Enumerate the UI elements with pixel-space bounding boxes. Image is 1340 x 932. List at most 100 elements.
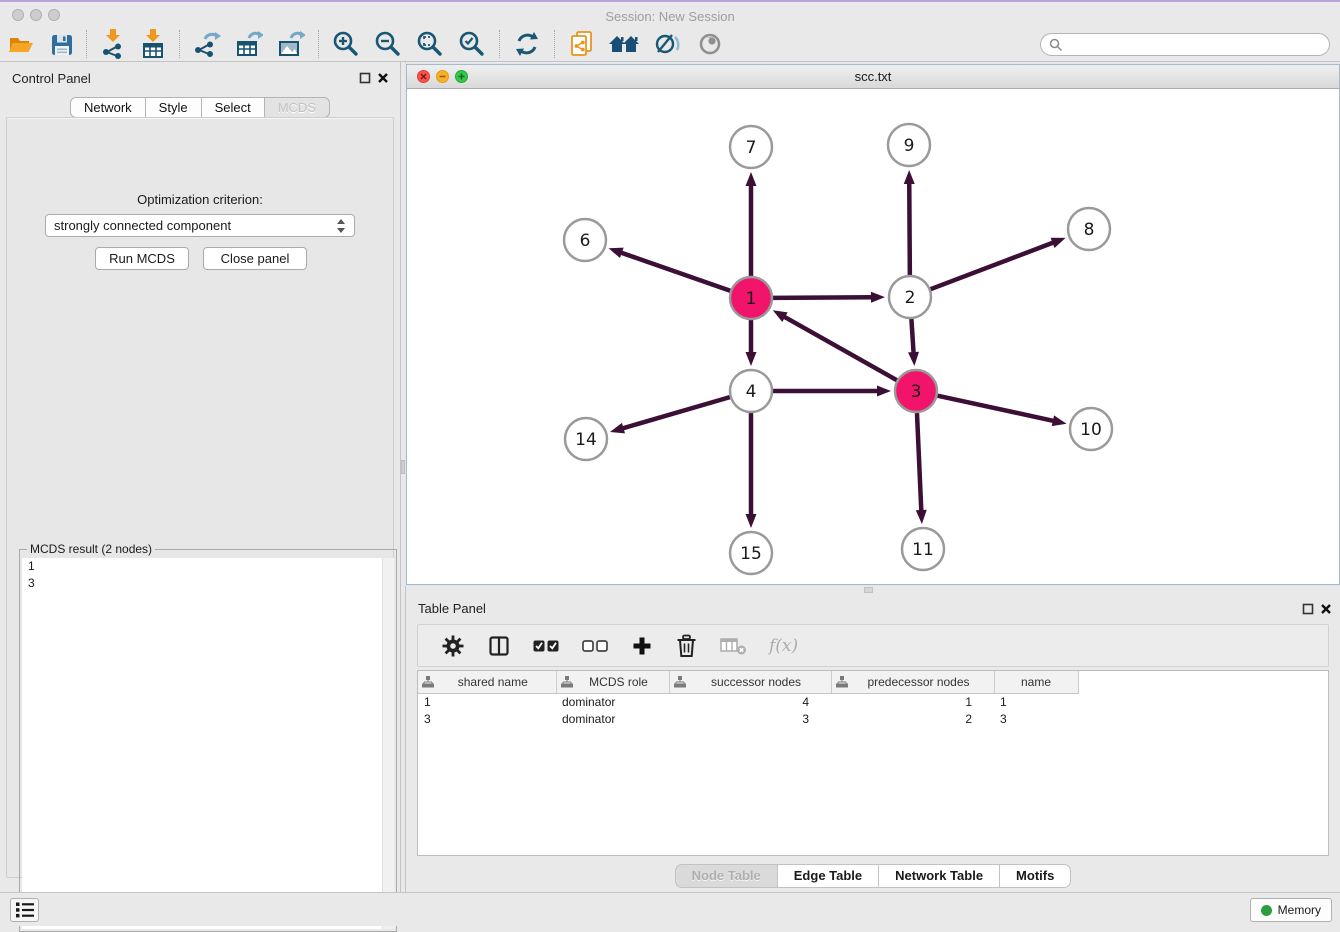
graph-edge-4-14[interactable] (610, 397, 730, 433)
column-header-name[interactable]: name (994, 671, 1078, 693)
memory-label: Memory (1278, 903, 1321, 917)
delete-column-button[interactable] (664, 634, 709, 658)
graph-node-2[interactable]: 2 (889, 276, 931, 318)
column-tree-icon (836, 676, 848, 688)
graph-edge-2-9[interactable] (904, 170, 915, 275)
graph-edge-4-3[interactable] (773, 386, 891, 397)
column-header-MCDS-role[interactable]: MCDS role (556, 671, 669, 693)
search-input[interactable] (1068, 38, 1321, 52)
import-network-button[interactable] (93, 28, 133, 60)
deselect-all-columns-button[interactable] (571, 638, 620, 654)
tab-mcds[interactable]: MCDS (264, 97, 330, 118)
graph-node-3[interactable]: 3 (895, 370, 937, 412)
open-session-button[interactable] (0, 28, 42, 60)
optimization-criterion-dropdown[interactable]: strongly connected component (45, 214, 355, 237)
memory-button[interactable]: Memory (1250, 898, 1332, 922)
table-cell[interactable]: 3 (669, 710, 831, 727)
column-header-predecessor-nodes[interactable]: predecessor nodes (831, 671, 994, 693)
graph-edge-3-1[interactable] (773, 310, 897, 380)
table-cell[interactable]: 3 (994, 710, 1078, 727)
table-cell[interactable]: dominator (556, 710, 669, 727)
close-panel-icon[interactable] (377, 72, 389, 84)
import-table-button[interactable] (133, 28, 173, 60)
tab-motifs[interactable]: Motifs (999, 864, 1071, 888)
graph-node-7[interactable]: 7 (730, 126, 772, 168)
refresh-button[interactable] (506, 28, 548, 60)
function-builder-button-disabled: f(x) (758, 636, 809, 656)
column-header-label: predecessor nodes (848, 675, 990, 689)
mcds-result-list[interactable]: 13 (22, 558, 394, 929)
graph-edge-3-11[interactable] (916, 413, 927, 524)
graph-node-15[interactable]: 15 (730, 532, 772, 574)
tab-edge-table[interactable]: Edge Table (777, 864, 879, 888)
column-header-shared-name[interactable]: shared name (418, 671, 556, 693)
tab-select[interactable]: Select (201, 97, 265, 118)
network-table-splitter-handle[interactable] (864, 587, 873, 593)
column-header-successor-nodes[interactable]: successor nodes (669, 671, 831, 693)
mcds-result-item[interactable]: 1 (22, 558, 394, 575)
export-network-button[interactable] (186, 28, 228, 60)
home-layout-button[interactable] (601, 28, 647, 60)
tab-style[interactable]: Style (145, 97, 202, 118)
fx-icon: f(x) (769, 636, 798, 656)
zoom-out-button[interactable] (367, 28, 409, 60)
graph-node-6[interactable]: 6 (564, 219, 606, 261)
save-session-button[interactable] (42, 28, 80, 60)
graph-node-14[interactable]: 14 (565, 418, 607, 460)
table-cell[interactable]: 4 (669, 693, 831, 710)
show-eye-button[interactable] (689, 28, 731, 60)
column-header-label: name (999, 675, 1074, 689)
table-cell[interactable]: 1 (994, 693, 1078, 710)
mcds-result-item[interactable]: 3 (22, 575, 394, 592)
graph-node-11[interactable]: 11 (902, 528, 944, 570)
float-table-panel-icon[interactable] (1302, 603, 1314, 615)
graph-edge-3-10[interactable] (937, 396, 1066, 426)
export-table-button[interactable] (228, 28, 270, 60)
new-network-from-selection-button[interactable] (561, 28, 601, 60)
zoom-selected-button[interactable] (451, 28, 493, 60)
svg-text:8: 8 (1084, 220, 1095, 240)
tab-network[interactable]: Network (70, 97, 146, 118)
graph-node-10[interactable]: 10 (1070, 408, 1112, 450)
column-header-label: shared name (434, 675, 552, 689)
table-cell[interactable]: 2 (831, 710, 994, 727)
show-column-panel-button[interactable] (476, 634, 522, 658)
graph-edge-4-15[interactable] (746, 413, 757, 528)
run-mcds-button[interactable]: Run MCDS (95, 247, 189, 270)
graph-node-4[interactable]: 4 (730, 370, 772, 412)
float-panel-icon[interactable] (359, 72, 371, 84)
table-row[interactable]: 1dominator411 (418, 693, 1328, 710)
task-history-button[interactable] (10, 898, 39, 922)
table-cell[interactable]: 3 (418, 710, 556, 727)
hide-selected-button[interactable] (647, 28, 689, 60)
table-cell[interactable]: 1 (831, 693, 994, 710)
close-panel-button[interactable]: Close panel (203, 247, 307, 270)
column-tree-icon (561, 676, 573, 688)
table-cell[interactable]: dominator (556, 693, 669, 710)
tab-network-table[interactable]: Network Table (878, 864, 1000, 888)
zoom-in-button[interactable] (325, 28, 367, 60)
graph-node-9[interactable]: 9 (888, 124, 930, 166)
zoom-fit-button[interactable] (409, 28, 451, 60)
mcds-result-scrollbar[interactable] (382, 558, 394, 929)
network-canvas[interactable]: 7 9 6 8 1 2 4 3 14 10 15 11 (407, 89, 1339, 584)
graph-node-1[interactable]: 1 (730, 277, 772, 319)
graph-edge-2-3[interactable] (908, 319, 919, 366)
graph-edge-2-8[interactable] (931, 238, 1066, 289)
graph-node-8[interactable]: 8 (1068, 208, 1110, 250)
panel-splitter-handle[interactable] (401, 460, 405, 474)
export-image-button[interactable] (270, 28, 312, 60)
tab-node-table[interactable]: Node Table (675, 864, 778, 888)
table-settings-button[interactable] (430, 634, 476, 658)
table-row[interactable]: 3dominator323 (418, 710, 1328, 727)
graph-edge-1-7[interactable] (746, 172, 757, 276)
graph-edge-1-4[interactable] (746, 320, 757, 366)
close-table-panel-icon[interactable] (1320, 603, 1332, 615)
search-field[interactable] (1040, 33, 1330, 56)
table-cell[interactable]: 1 (418, 693, 556, 710)
graph-edge-1-6[interactable] (609, 248, 731, 291)
graph-edge-1-2[interactable] (773, 292, 885, 303)
select-all-columns-button[interactable] (522, 638, 571, 654)
create-column-button[interactable] (620, 635, 664, 657)
network-window-titlebar[interactable]: scc.txt (407, 65, 1339, 89)
